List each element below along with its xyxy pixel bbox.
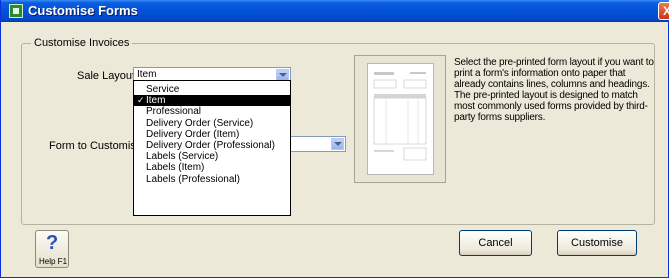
customise-forms-window: Customise Forms X Customise Invoices Sal…: [0, 0, 669, 278]
sale-layout-value: Item: [137, 69, 157, 80]
dropdown-option[interactable]: Professional: [134, 106, 290, 117]
cancel-button[interactable]: Cancel: [459, 230, 532, 256]
form-preview-thumbnail: [367, 63, 434, 175]
close-button[interactable]: X: [658, 2, 669, 20]
help-button-label: Help F1: [39, 257, 68, 266]
invoice-preview-icon: [373, 72, 427, 161]
sale-layout-label: Sale Layout:: [77, 70, 139, 82]
dropdown-option[interactable]: Delivery Order (Item): [134, 129, 290, 140]
dropdown-option[interactable]: Service: [134, 84, 290, 95]
customise-button[interactable]: Customise: [557, 230, 637, 256]
sale-layout-dropdown-list: Service ✓ Item Professional Delivery Order (…: [133, 80, 291, 216]
layout-description: Select the pre-printed form layout if yo…: [454, 57, 654, 123]
dropdown-option[interactable]: Labels (Service): [134, 151, 290, 162]
dropdown-option[interactable]: Labels (Item): [134, 162, 290, 173]
app-icon: [9, 4, 23, 18]
form-to-customise-label: Form to Customise:: [49, 140, 145, 152]
help-button[interactable]: ? Help F1: [35, 230, 69, 268]
help-icon: ?: [46, 232, 59, 254]
window-title: Customise Forms: [28, 3, 138, 18]
check-icon: ✓: [137, 95, 145, 106]
dropdown-option[interactable]: ✓ Item: [134, 95, 290, 107]
dropdown-option[interactable]: Delivery Order (Professional): [134, 140, 290, 151]
dropdown-option-label: Item: [146, 95, 166, 107]
dropdown-option[interactable]: Delivery Order (Service): [134, 118, 290, 129]
dropdown-option[interactable]: Labels (Professional): [134, 174, 290, 185]
title-bar[interactable]: Customise Forms X: [1, 0, 669, 22]
chevron-down-icon[interactable]: [331, 138, 344, 150]
group-label: Customise Invoices: [31, 37, 133, 49]
